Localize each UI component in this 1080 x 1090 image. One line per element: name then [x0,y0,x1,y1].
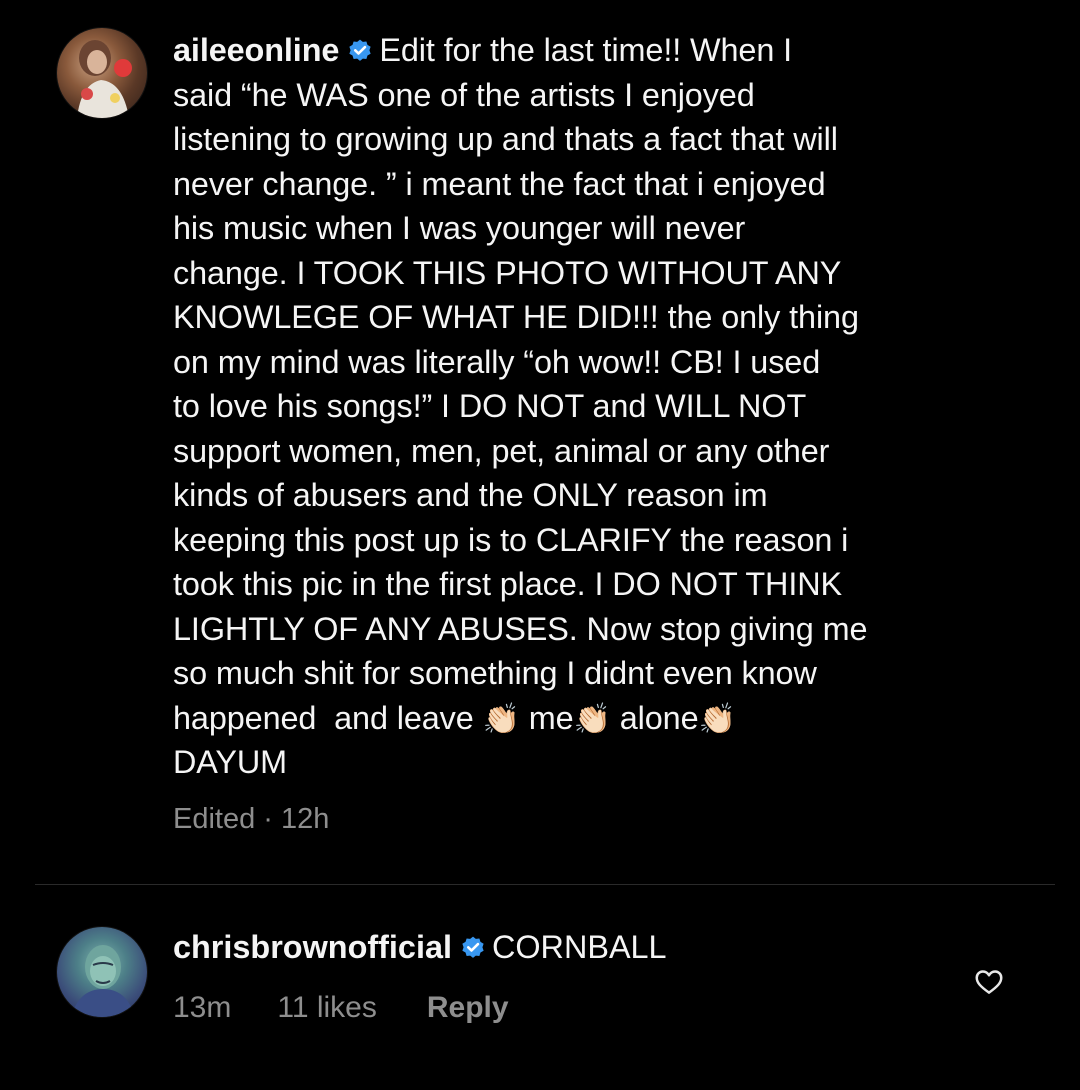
comment-line: keeping this post up is to CLARIFY the r… [173,521,849,558]
comment-username[interactable]: aileeonline [173,32,339,68]
heart-icon[interactable] [974,967,1004,997]
comment-line: KNOWLEGE OF WHAT HE DID!!! the only thin… [173,299,859,335]
comment-meta: Edited · 12h [173,803,330,835]
clap-emoji-icon: 👏🏻 [573,702,611,736]
comment-line: to love his songs!” I DO NOT and WILL NO… [173,388,807,424]
avatar-photo [77,40,132,118]
verified-badge-icon [347,38,373,64]
divider [35,884,1055,885]
clap-emoji-icon: 👏🏻 [482,702,520,736]
comment-line: took this pic in the first place. I DO N… [173,566,843,602]
verified-badge-icon [460,935,486,961]
comment-username[interactable]: chrisbrownofficial [173,929,452,965]
comment-line: on my mind was literally “oh wow!! CB! I… [173,343,821,380]
comment-line: change. I TOOK THIS PHOTO WITHOUT ANY [173,254,842,291]
reply-button[interactable]: Reply [427,991,509,1025]
comment-line: kinds of abusers and the ONLY reason im [173,477,768,513]
avatar-photo [71,945,135,1017]
comment-time: 13m [173,991,232,1024]
comment-line: never change. ” i meant the fact that i … [173,165,826,202]
comment-line: Edit for the last time!! When I [379,32,793,68]
comment-line: support women, men, pet, animal or any o… [173,432,830,469]
comment-line: his music when I was younger will never [173,210,746,246]
comment-line: me [519,699,574,736]
avatar[interactable] [57,28,147,118]
comment-line: alone [610,699,699,736]
comment-line: listening to growing up and thats a fact… [173,121,838,157]
clap-emoji-icon: 👏🏻 [698,702,736,736]
comment-line: CORNBALL [491,929,667,965]
comment-line: said “he WAS one of the artists I enjoye… [173,76,755,113]
likes-count[interactable]: 11 likes [277,991,377,1025]
comment-meta: 13m 11 likes Reply [173,991,509,1025]
comment-line: LIGHTLY OF ANY ABUSES. Now stop giving m… [173,610,868,647]
comment-text: aileeonline Edit for the last time!! When… [173,28,1033,785]
comment-line: DAYUM [173,744,288,780]
comment-line: so much shit for something I didnt even … [173,655,817,691]
comment-line: happened and leave [173,699,483,736]
comment-text: chrisbrownofficial CORNBALL [173,925,667,969]
avatar[interactable] [57,927,147,1017]
